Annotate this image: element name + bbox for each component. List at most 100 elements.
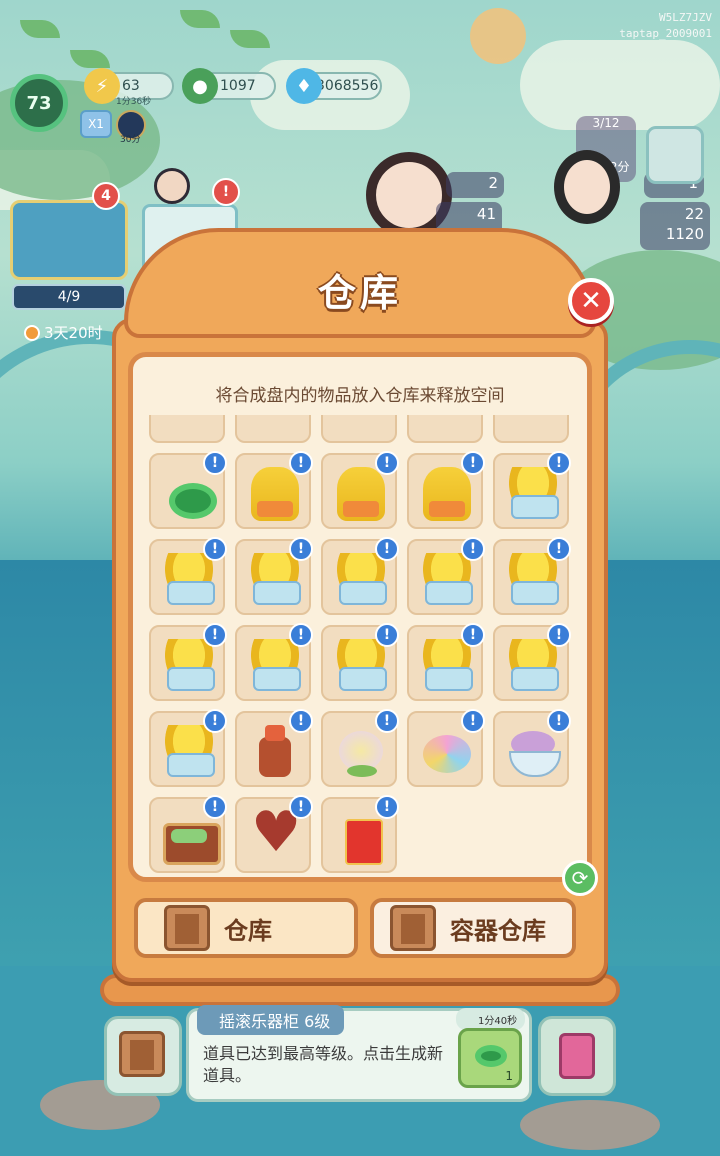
shop-button[interactable]	[646, 126, 704, 184]
info-icon[interactable]: !	[203, 451, 227, 475]
event-timer: 3天20时	[24, 322, 103, 343]
event-board-card[interactable]	[10, 200, 128, 280]
warehouse-slot[interactable]: !	[321, 537, 399, 615]
warehouse-slot[interactable]: !	[321, 795, 399, 873]
coin-icon	[475, 1045, 507, 1067]
warehouse-slot[interactable]: !	[149, 795, 227, 873]
warehouse-slot[interactable]: !	[407, 451, 485, 529]
envelope-icon	[333, 811, 389, 865]
info-icon[interactable]: !	[203, 623, 227, 647]
warehouse-slot[interactable]: !	[149, 623, 227, 701]
heart-icon	[247, 805, 303, 865]
warehouse-slot[interactable]: !	[493, 451, 571, 529]
coin-counter[interactable]: ● 1097	[182, 68, 276, 104]
basket-icon	[333, 553, 389, 607]
tab-warehouse-label: 仓库	[224, 916, 272, 945]
basket-icon	[505, 639, 561, 693]
cabinet-icon	[164, 905, 210, 951]
close-button[interactable]: ✕	[568, 278, 614, 324]
info-icon[interactable]: !	[461, 537, 485, 561]
event-badge-count: 4	[101, 188, 111, 204]
sun-decoration	[470, 8, 526, 64]
cup-icon	[423, 467, 471, 521]
warehouse-slot[interactable]: !	[321, 623, 399, 701]
warehouse-slot[interactable]: !	[407, 537, 485, 615]
gem-counter[interactable]: ♦ 3068556	[286, 68, 382, 104]
tab-container-warehouse[interactable]: 容器仓库	[370, 898, 576, 958]
clock-icon	[24, 324, 40, 341]
rings-icon	[161, 467, 217, 521]
info-icon[interactable]: !	[461, 451, 485, 475]
basket-icon	[161, 553, 217, 607]
info-icon[interactable]: !	[547, 451, 571, 475]
info-icon[interactable]: !	[289, 795, 313, 819]
info-icon[interactable]: !	[203, 709, 227, 733]
boy-character[interactable]	[554, 150, 620, 224]
info-icon[interactable]: !	[547, 709, 571, 733]
lightning-icon: ⚡	[84, 68, 120, 104]
warehouse-slot[interactable]	[321, 415, 397, 443]
generator-count: 1	[505, 1069, 513, 1083]
warehouse-slot[interactable]: !	[149, 709, 227, 787]
speed-boost-timer: 30分	[120, 135, 141, 145]
event-timer-text: 3天20时	[44, 324, 103, 342]
info-icon[interactable]: !	[461, 623, 485, 647]
energy-value: 63	[122, 78, 140, 94]
boy-gold-value: 22	[684, 205, 704, 223]
warehouse-slot[interactable]: !	[235, 537, 313, 615]
flame-gem-icon: ♦	[286, 68, 322, 104]
helper-avatar[interactable]	[154, 168, 190, 204]
item-grid-viewport[interactable]: !!!!!!!!!!!!!!!!!!!!!!!	[149, 415, 579, 877]
tab-warehouse[interactable]: 仓库	[134, 898, 358, 958]
leaf-decoration	[180, 10, 220, 28]
info-icon[interactable]: !	[375, 709, 399, 733]
info-icon[interactable]: !	[289, 451, 313, 475]
warehouse-slot[interactable]: !	[149, 537, 227, 615]
info-icon[interactable]: !	[289, 709, 313, 733]
warehouse-slot[interactable]	[407, 415, 483, 443]
warehouse-slot[interactable]: !	[235, 795, 313, 873]
info-icon[interactable]: !	[289, 537, 313, 561]
generate-item-button[interactable]: 1	[458, 1028, 522, 1088]
basket-icon	[247, 639, 303, 693]
warehouse-slot[interactable]: !	[493, 623, 571, 701]
warehouse-slot[interactable]: !	[235, 623, 313, 701]
info-icon[interactable]: !	[375, 623, 399, 647]
warehouse-slot[interactable]	[235, 415, 311, 443]
info-icon[interactable]: !	[375, 451, 399, 475]
warehouse-shortcut-button[interactable]	[104, 1016, 182, 1096]
warehouse-slot[interactable]: !	[493, 537, 571, 615]
leaf-decoration	[70, 50, 110, 68]
info-icon[interactable]: !	[289, 623, 313, 647]
info-icon[interactable]: !	[547, 537, 571, 561]
warehouse-slot[interactable]	[149, 415, 225, 443]
cup-icon	[337, 467, 385, 521]
warehouse-panel: 将合成盘内的物品放入仓库来释放空间 !!!!!!!!!!!!!!!!!!!!!!…	[128, 352, 592, 882]
coin-icon: ●	[182, 68, 218, 104]
warehouse-slot[interactable]: !	[493, 709, 571, 787]
warehouse-slot[interactable]	[493, 415, 569, 443]
bowl-icon	[505, 725, 561, 779]
warehouse-slot[interactable]: !	[407, 623, 485, 701]
info-icon[interactable]: !	[375, 537, 399, 561]
flower-icon	[333, 725, 389, 779]
info-icon[interactable]: !	[203, 537, 227, 561]
refresh-button[interactable]: ⟳	[562, 860, 598, 896]
basket-icon	[247, 553, 303, 607]
player-level-badge[interactable]: 73	[10, 74, 68, 132]
warehouse-slot[interactable]: !	[149, 451, 227, 529]
warehouse-slot[interactable]: !	[321, 709, 399, 787]
event-progress-text: 4/9	[57, 289, 81, 305]
info-icon[interactable]: !	[461, 709, 485, 733]
info-icon[interactable]: !	[375, 795, 399, 819]
map-location-button[interactable]	[538, 1016, 616, 1096]
energy-timer: 1分36秒	[116, 97, 152, 107]
info-icon[interactable]: !	[547, 623, 571, 647]
warehouse-slot[interactable]: !	[321, 451, 399, 529]
warehouse-slot[interactable]: !	[407, 709, 485, 787]
warehouse-slot[interactable]: !	[235, 709, 313, 787]
warehouse-slot[interactable]: !	[235, 451, 313, 529]
info-icon[interactable]: !	[203, 795, 227, 819]
multiplier-button[interactable]: X1	[80, 110, 112, 138]
cup-icon	[251, 467, 299, 521]
